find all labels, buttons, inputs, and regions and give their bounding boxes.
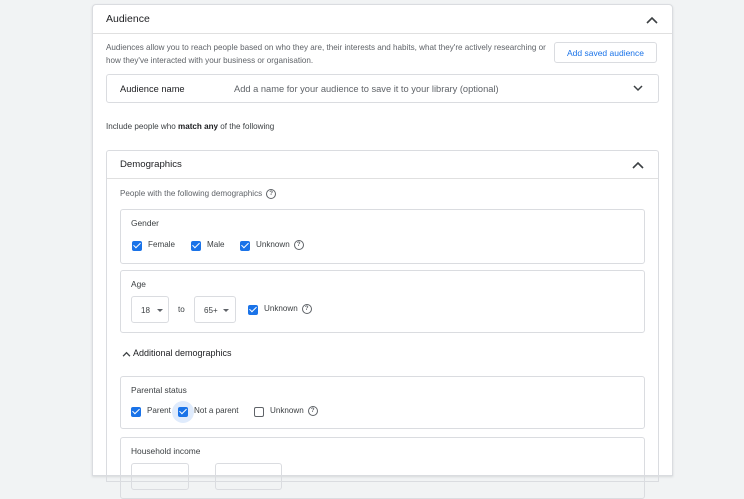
gender-box: Gender Female Male Unknown? xyxy=(120,209,645,264)
checkbox-age-unknown[interactable] xyxy=(248,305,258,315)
chevron-up-icon xyxy=(122,351,131,357)
help-icon[interactable]: ? xyxy=(293,240,304,250)
parental-unknown-label: Unknown? xyxy=(270,406,318,416)
chevron-up-icon[interactable] xyxy=(631,160,645,170)
household-income-box: Household income xyxy=(120,437,645,499)
chevron-up-icon[interactable] xyxy=(645,15,659,25)
chevron-down-icon[interactable] xyxy=(633,85,643,92)
household-income-label: Household income xyxy=(131,446,201,456)
audience-header[interactable]: Audience xyxy=(93,5,672,34)
gender-unknown-label: Unknown? xyxy=(256,240,304,250)
demographics-header[interactable]: Demographics xyxy=(107,151,658,179)
demographics-title: Demographics xyxy=(120,159,182,170)
parental-status-label: Parental status xyxy=(131,385,187,395)
gender-female-label: Female xyxy=(148,240,175,249)
gender-male-label: Male xyxy=(207,240,225,249)
audience-name-placeholder[interactable]: Add a name for your audience to save it … xyxy=(234,84,499,94)
age-label: Age xyxy=(131,279,146,289)
audience-card: Audience Audiences allow you to reach pe… xyxy=(92,4,673,499)
dropdown-caret-icon xyxy=(157,309,163,312)
age-from-select[interactable]: 18 xyxy=(131,296,169,323)
age-box: Age 18 to 65+ Unknown? xyxy=(120,270,645,333)
income-to-select[interactable] xyxy=(215,463,282,490)
include-rule-text: Include people who match any of the foll… xyxy=(106,122,275,131)
parent-label: Parent xyxy=(147,406,171,415)
audience-title: Audience xyxy=(106,13,150,25)
demographics-subtext: People with the following demographics? xyxy=(120,189,277,199)
help-icon[interactable]: ? xyxy=(266,189,277,199)
help-icon[interactable]: ? xyxy=(301,304,312,314)
help-icon[interactable]: ? xyxy=(307,406,318,416)
audience-name-label: Audience name xyxy=(120,84,185,94)
age-unknown-label: Unknown? xyxy=(264,304,312,314)
not-a-parent-label: Not a parent xyxy=(194,406,239,415)
audience-intro: Audiences allow you to reach people base… xyxy=(106,43,546,65)
add-saved-audience-button[interactable]: Add saved audience xyxy=(554,42,657,63)
income-from-select[interactable] xyxy=(131,463,189,490)
age-to-select[interactable]: 65+ xyxy=(194,296,236,323)
age-to-label: to xyxy=(178,305,185,314)
checkbox-parent[interactable] xyxy=(131,407,141,417)
parental-status-box: Parental status Parent Not a parent Unkn… xyxy=(120,376,645,429)
checkbox-not-a-parent[interactable] xyxy=(178,407,188,417)
demographics-section: Demographics People with the following d… xyxy=(106,150,659,499)
checkbox-gender-female[interactable] xyxy=(132,241,142,251)
checkbox-gender-male[interactable] xyxy=(191,241,201,251)
dropdown-caret-icon xyxy=(223,309,229,312)
checkbox-parental-unknown[interactable] xyxy=(254,407,264,417)
audience-name-field[interactable]: Audience name Add a name for your audien… xyxy=(106,74,659,103)
additional-demographics-toggle[interactable]: Additional demographics xyxy=(122,348,232,358)
gender-label: Gender xyxy=(131,218,159,228)
checkbox-gender-unknown[interactable] xyxy=(240,241,250,251)
